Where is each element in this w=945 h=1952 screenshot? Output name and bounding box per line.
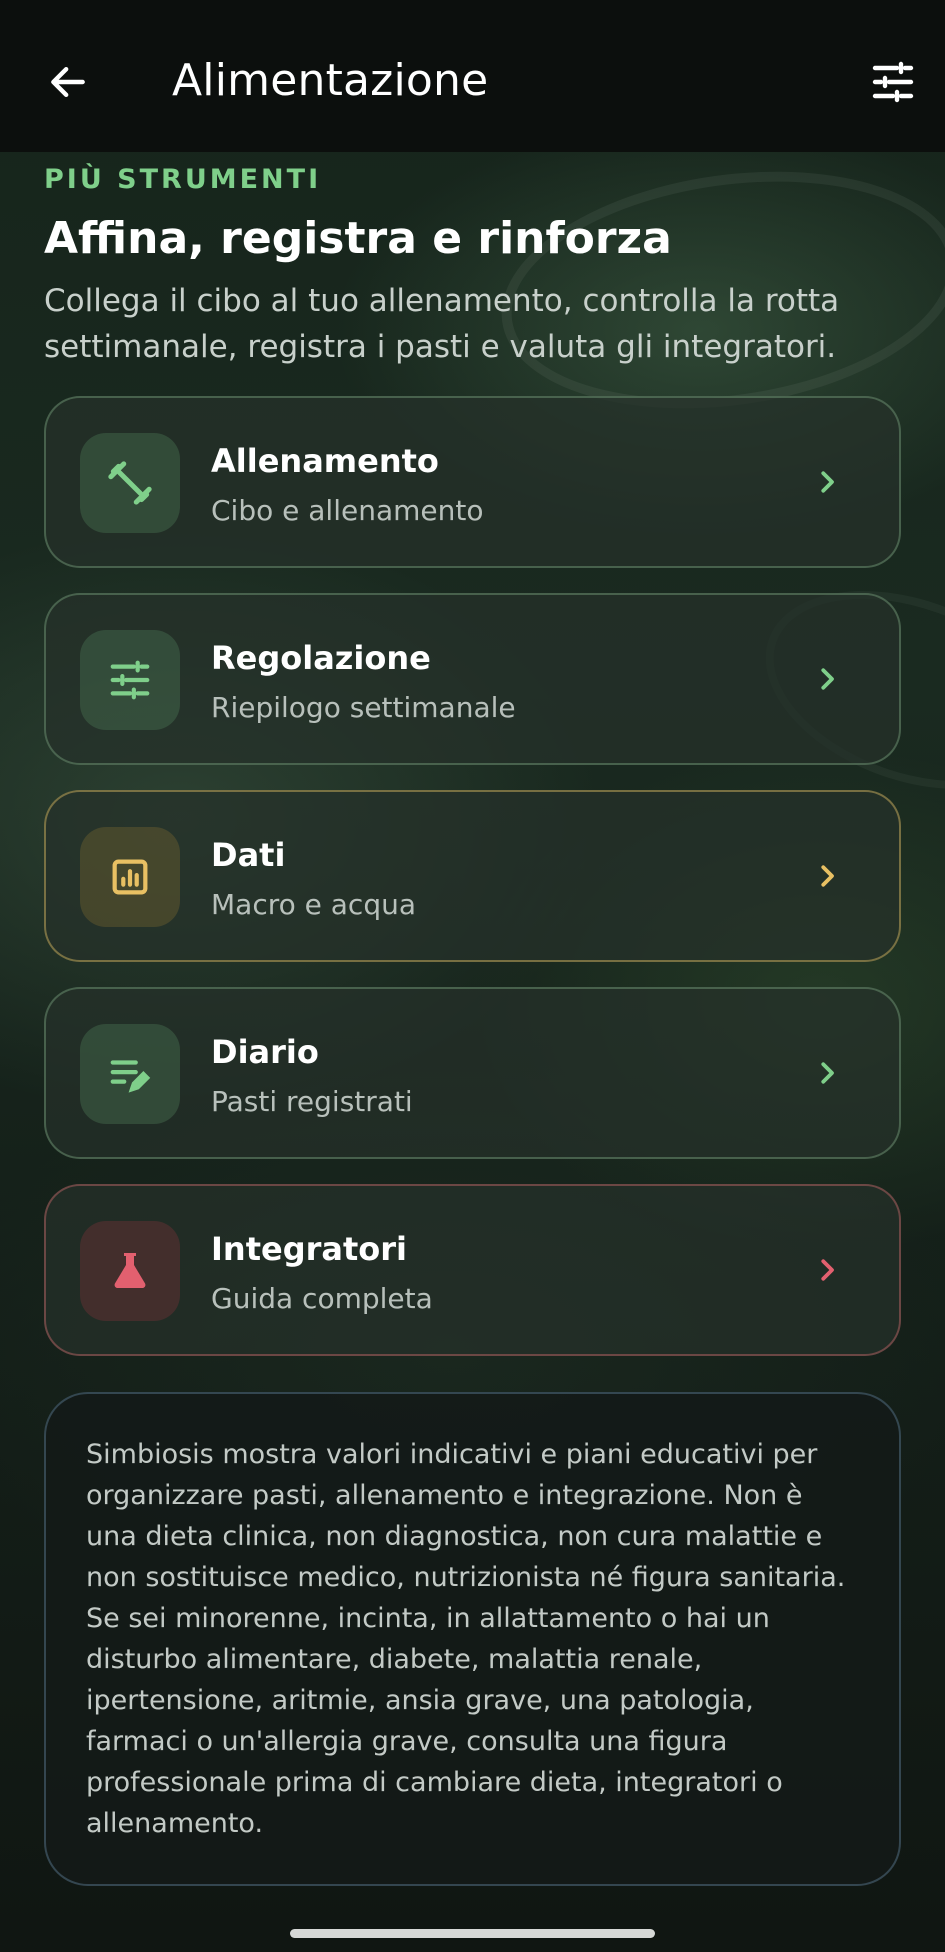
chevron-right-icon [805,657,849,701]
dumbbell-icon [108,461,152,505]
card-title: Regolazione [211,639,431,677]
card-title: Diario [211,1033,319,1071]
card-subtitle: Cibo e allenamento [211,494,484,527]
edit-note-icon [110,1060,151,1093]
tune-icon [872,61,914,103]
page-title: Alimentazione [172,55,489,106]
card-subtitle: Guida completa [211,1282,433,1315]
card-icon-box [80,1024,180,1124]
card-text: Integratori Guida completa [211,1230,433,1315]
card-text: Diario Pasti registrati [211,1033,413,1118]
card-diario[interactable]: Diario Pasti registrati [44,987,901,1159]
section-eyebrow: PIÙ STRUMENTI [44,164,322,195]
main-content: PIÙ STRUMENTI Affina, registra e rinforz… [44,152,901,1886]
back-button[interactable] [36,50,100,114]
flask-icon [114,1253,146,1288]
card-icon-box [80,433,180,533]
chevron-right-icon [805,1248,849,1292]
tool-list: Allenamento Cibo e allenamento Regolazio… [44,396,901,1356]
card-icon-box [80,827,180,927]
chevron-right-icon [805,460,849,504]
card-title: Dati [211,836,286,874]
card-dati[interactable]: Dati Macro e acqua [44,790,901,962]
card-integratori[interactable]: Integratori Guida completa [44,1184,901,1356]
card-text: Dati Macro e acqua [211,836,416,921]
chevron-right-icon [805,854,849,898]
filter-button[interactable] [861,50,925,114]
app-bar: Alimentazione [0,0,945,152]
chart-icon [112,859,148,895]
card-text: Allenamento Cibo e allenamento [211,442,483,527]
card-icon-box [80,630,180,730]
tune-icon [110,660,150,700]
section-headline: Affina, registra e rinforza [44,213,672,264]
card-subtitle: Riepilogo settimanale [211,691,516,724]
card-subtitle: Pasti registrati [211,1085,413,1118]
chevron-right-icon [805,1051,849,1095]
card-regolazione[interactable]: Regolazione Riepilogo settimanale [44,593,901,765]
card-allenamento[interactable]: Allenamento Cibo e allenamento [44,396,901,568]
screen: Alimentazione PIÙ STRUMENTI Affina, regi… [0,0,945,1952]
home-indicator [290,1929,655,1938]
card-icon-box [80,1221,180,1321]
arrow-left-icon [51,66,85,98]
card-title: Allenamento [211,442,439,480]
card-title: Integratori [211,1230,407,1268]
section-subtitle: Collega il cibo al tuo allenamento, cont… [44,283,840,365]
disclaimer-card: Simbiosis mostra valori indicativi e pia… [44,1392,901,1886]
card-text: Regolazione Riepilogo settimanale [211,639,516,724]
card-subtitle: Macro e acqua [211,888,416,921]
